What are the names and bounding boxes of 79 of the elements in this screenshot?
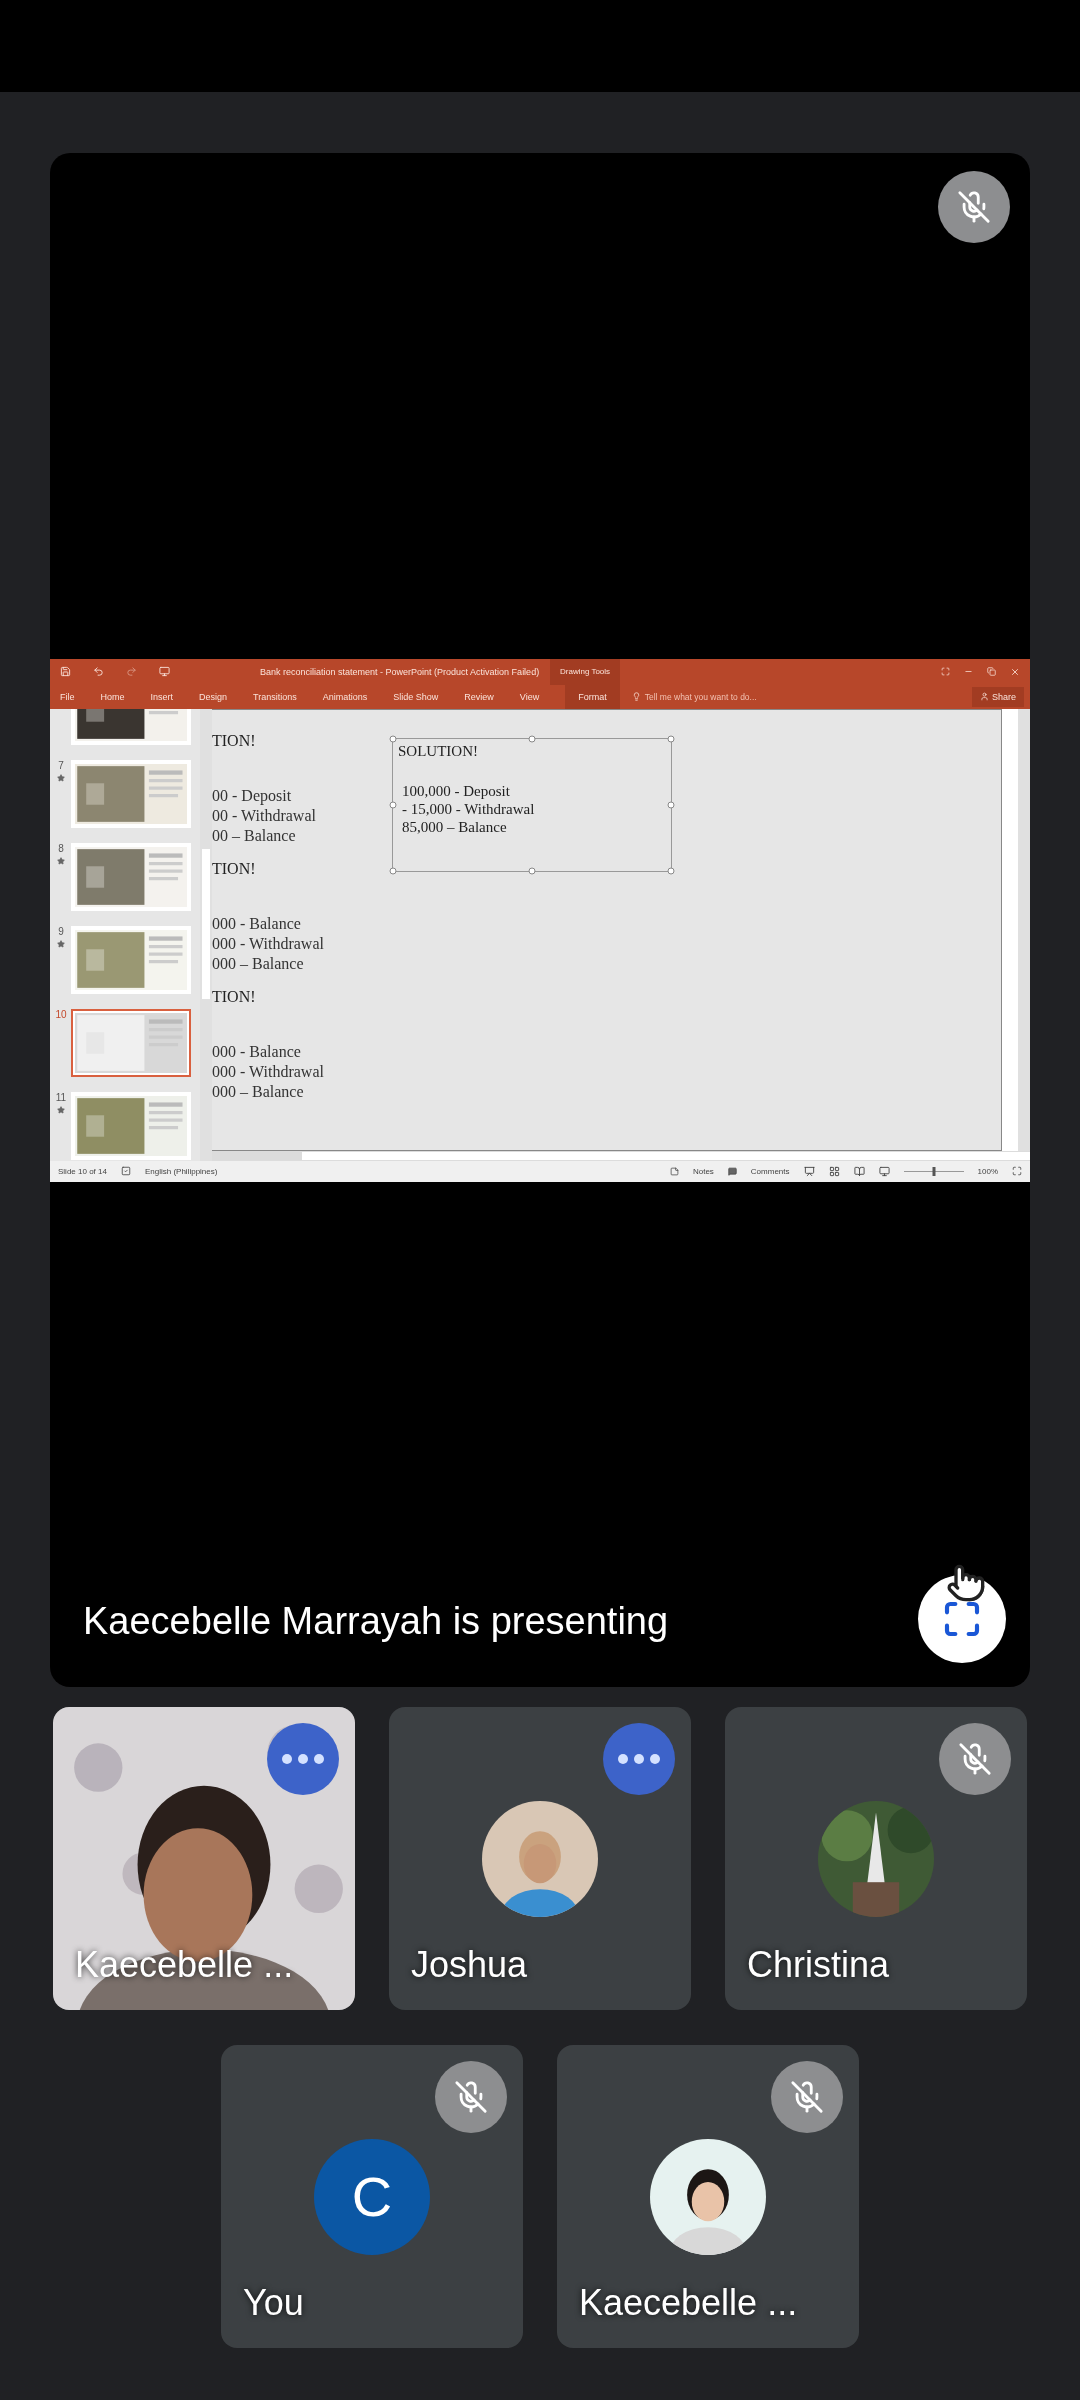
presenting-caption: Kaecebelle Marrayah is presenting bbox=[83, 1600, 669, 1643]
slide-heading: TION! bbox=[212, 731, 257, 750]
ribbon-tab[interactable]: Review bbox=[464, 684, 494, 709]
slide-text: 000 - Withdrawal bbox=[212, 1061, 325, 1082]
undo-icon[interactable] bbox=[93, 666, 104, 677]
ribbon-tab[interactable]: View bbox=[519, 684, 540, 709]
slide-text: 00 - Withdrawal bbox=[212, 805, 317, 826]
ribbon-tab[interactable]: Format bbox=[565, 684, 620, 709]
ribbon-tab[interactable]: Design bbox=[199, 684, 228, 709]
slide-heading: TION! bbox=[212, 987, 257, 1006]
slide-text: 85,000 – Balance bbox=[401, 817, 508, 836]
participant-tile[interactable]: Kaecebelle ... bbox=[557, 2045, 859, 2348]
notes-icon[interactable] bbox=[669, 1166, 679, 1176]
slide-counter: Slide 10 of 14 bbox=[58, 1166, 107, 1176]
resize-handle[interactable] bbox=[667, 735, 675, 742]
ribbon-tab[interactable]: Insert bbox=[150, 684, 174, 709]
vertical-scrollbar[interactable] bbox=[1018, 708, 1030, 1151]
restore-icon[interactable] bbox=[987, 667, 996, 676]
language-label: English (Philippines) bbox=[144, 1166, 218, 1176]
close-icon[interactable] bbox=[1010, 666, 1020, 677]
ribbon-tab[interactable]: File bbox=[60, 684, 75, 709]
slide-text: 100,000 - Deposit bbox=[401, 781, 511, 800]
slide-text: 000 - Balance bbox=[212, 1041, 302, 1062]
participant-tile[interactable]: Joshua bbox=[389, 1707, 691, 2010]
ribbon-tab[interactable]: Transitions bbox=[253, 684, 297, 709]
resize-handle[interactable] bbox=[389, 735, 397, 742]
resize-handle[interactable] bbox=[389, 801, 397, 808]
participant-name: You bbox=[243, 2282, 304, 2324]
slide-number: 9 bbox=[58, 925, 64, 937]
slide-number: 10 bbox=[55, 1008, 67, 1020]
presentation-icon[interactable] bbox=[159, 666, 170, 677]
slide-heading: SOLUTION! bbox=[398, 742, 479, 760]
resize-handle[interactable] bbox=[667, 801, 675, 808]
text-box[interactable]: SOLUTION! 100,000 - Deposit - 15,000 - Withdrawal 85,000 – Balance bbox=[392, 737, 672, 872]
tell-me-field[interactable]: Tell me what you want to do... bbox=[644, 691, 757, 702]
slide-text: - 15,000 - Withdrawal bbox=[401, 799, 536, 818]
avatar: C bbox=[314, 2138, 430, 2255]
notes-button[interactable]: Notes bbox=[692, 1166, 714, 1176]
resize-handle[interactable] bbox=[389, 867, 397, 874]
slide-heading: TION! bbox=[212, 859, 257, 878]
participant-tile[interactable]: Christina bbox=[725, 1707, 1027, 2010]
comment-icon[interactable] bbox=[727, 1166, 737, 1176]
ribbon-tab[interactable]: Slide Show bbox=[393, 684, 439, 709]
slide-text: 000 - Withdrawal bbox=[212, 933, 325, 954]
window-title: Bank reconciliation statement - PowerPoint (Product Activation Failed) bbox=[260, 666, 541, 677]
ribbon-display-icon[interactable] bbox=[941, 667, 950, 676]
slide-number: 11 bbox=[55, 1091, 67, 1103]
participant-name: Joshua bbox=[411, 1944, 528, 1986]
fullscreen-icon bbox=[942, 1599, 982, 1639]
slideshow-icon[interactable] bbox=[878, 1165, 890, 1177]
participant-name: Christina bbox=[747, 1944, 890, 1986]
resize-handle[interactable] bbox=[667, 867, 675, 874]
resize-handle[interactable] bbox=[528, 867, 536, 874]
zoom-level: 100% bbox=[977, 1166, 998, 1176]
ribbon-tab[interactable]: Animations bbox=[322, 684, 368, 709]
horizontal-scrollbar[interactable] bbox=[212, 1150, 1030, 1161]
redo-icon[interactable] bbox=[126, 666, 137, 677]
fit-icon[interactable] bbox=[1012, 1166, 1022, 1176]
slide-text: 00 – Balance bbox=[212, 825, 297, 846]
tool-group-label: Drawing Tools bbox=[550, 658, 621, 685]
slide-number: 7 bbox=[58, 759, 64, 771]
sorter-view-icon[interactable] bbox=[828, 1165, 840, 1177]
slide-text: 00 - Deposit bbox=[212, 785, 293, 806]
vertical-scrollbar[interactable] bbox=[200, 708, 212, 1161]
reading-view-icon[interactable] bbox=[853, 1165, 865, 1177]
slide-text: 000 – Balance bbox=[212, 953, 305, 974]
participant-name: Kaecebelle ... bbox=[579, 2282, 798, 2324]
ribbon-tab[interactable]: Home bbox=[100, 684, 125, 709]
slide-text: 000 – Balance bbox=[212, 1081, 305, 1102]
resize-handle[interactable] bbox=[528, 735, 536, 742]
lightbulb-icon bbox=[631, 692, 641, 701]
spellcheck-icon[interactable] bbox=[120, 1166, 131, 1176]
person-icon bbox=[979, 692, 989, 701]
comments-button[interactable]: Comments bbox=[750, 1166, 790, 1176]
participant-tile[interactable]: C You bbox=[221, 2045, 523, 2348]
slide-number: 8 bbox=[58, 842, 64, 854]
save-icon[interactable] bbox=[60, 666, 71, 677]
share-button[interactable]: Share bbox=[971, 686, 1024, 707]
slide-text: 000 - Balance bbox=[212, 913, 302, 934]
